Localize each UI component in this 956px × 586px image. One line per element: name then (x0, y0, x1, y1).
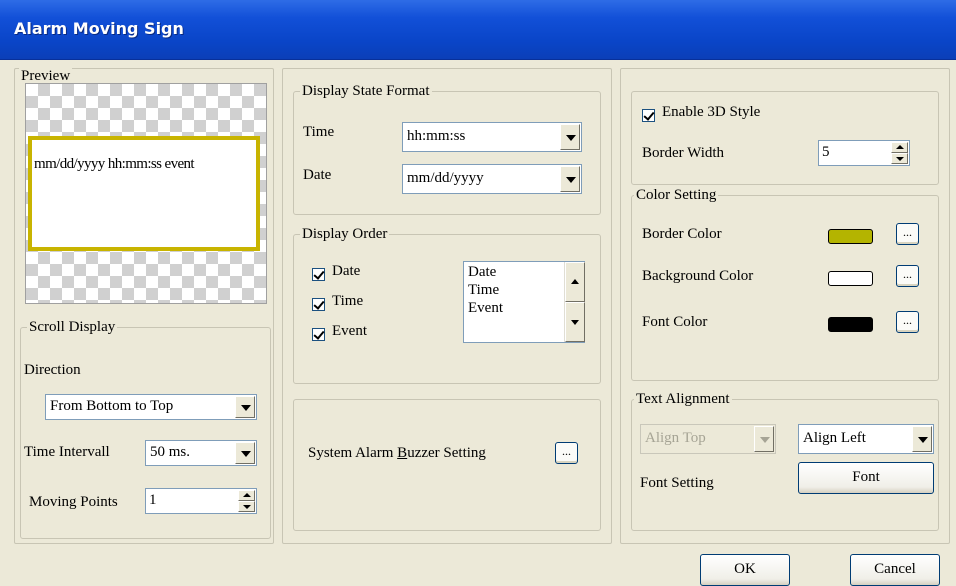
middle-panel: Display State Format Time hh:mm:ss Date … (282, 68, 612, 544)
preview-sign: mm/dd/yyyy hh:mm:ss event (28, 136, 260, 251)
display-order-legend: Display Order (300, 225, 390, 243)
date-checkbox[interactable] (312, 268, 325, 281)
scroll-display-group: Scroll Display Direction From Bottom to … (20, 318, 271, 539)
moving-points-value: 1 (149, 492, 157, 508)
horizontal-align-value: Align Left (803, 430, 866, 446)
spin-up-icon[interactable] (891, 142, 908, 153)
interval-value: 50 ms. (150, 444, 191, 460)
chevron-down-icon[interactable] (754, 426, 774, 452)
scroll-display-legend: Scroll Display (27, 318, 118, 336)
background-color-label: Background Color (642, 268, 754, 284)
right-panel: Enable 3D Style Border Width 5 Color Set… (620, 68, 950, 544)
time-checkbox[interactable] (312, 298, 325, 311)
time-format-combo[interactable]: hh:mm:ss (402, 122, 582, 152)
chevron-down-icon[interactable] (235, 396, 255, 418)
enable-3d-checkbox[interactable] (642, 109, 655, 122)
date-format-label: Date (303, 167, 332, 183)
window-title: Alarm Moving Sign (14, 19, 184, 38)
border-width-value: 5 (822, 144, 830, 160)
buzzer-setting-button[interactable]: ... (555, 442, 578, 464)
text-alignment-group: Text Alignment Align Top Align Left Font… (631, 390, 939, 531)
preview-area: mm/dd/yyyy hh:mm:ss event (25, 83, 267, 304)
chevron-down-icon[interactable] (912, 426, 932, 452)
display-order-list[interactable]: Date Time Event (463, 261, 585, 343)
date-check-label: Date (332, 263, 361, 279)
border-color-label: Border Color (642, 226, 722, 242)
left-panel: Preview mm/dd/yyyy hh:mm:ss event Scroll… (14, 67, 274, 544)
display-state-format-group: Display State Format Time hh:mm:ss Date … (293, 82, 601, 215)
spin-down-icon[interactable] (891, 153, 908, 164)
chevron-down-icon[interactable] (235, 442, 255, 464)
interval-combo[interactable]: 50 ms. (145, 440, 257, 466)
font-color-label: Font Color (642, 314, 708, 330)
list-item[interactable]: Time (468, 282, 499, 299)
move-up-icon[interactable] (565, 262, 585, 302)
background-color-swatch[interactable] (828, 271, 873, 286)
vertical-align-value: Align Top (645, 430, 706, 446)
cancel-button[interactable]: Cancel (850, 554, 940, 586)
buzzer-label-pre: System Alarm (308, 445, 398, 461)
border-width-label: Border Width (642, 145, 725, 161)
border-color-swatch[interactable] (828, 229, 873, 244)
moving-points-label: Moving Points (29, 494, 118, 510)
font-color-swatch[interactable] (828, 317, 873, 332)
date-format-combo[interactable]: mm/dd/yyyy (402, 164, 582, 194)
date-format-value: mm/dd/yyyy (407, 170, 484, 186)
time-check-label: Time (332, 293, 364, 309)
buzzer-group: System Alarm Buzzer Setting ... (293, 399, 601, 531)
preview-text: mm/dd/yyyy hh:mm:ss event (34, 156, 195, 172)
color-setting-legend: Color Setting (634, 186, 719, 204)
interval-label: Time Intervall (24, 444, 110, 460)
color-setting-group: Color Setting Border Color ... Backgroun… (631, 186, 939, 381)
vertical-align-combo[interactable]: Align Top (640, 424, 776, 454)
spin-buttons[interactable] (891, 142, 908, 164)
list-item[interactable]: Event (468, 300, 503, 317)
time-format-value: hh:mm:ss (407, 128, 466, 144)
enable-3d-label: Enable 3D Style (662, 104, 761, 120)
move-down-icon[interactable] (565, 302, 585, 342)
font-setting-label: Font Setting (640, 475, 714, 491)
ok-button[interactable]: OK (700, 554, 790, 586)
display-order-group: Display Order Date Time Event Date Time … (293, 225, 601, 384)
list-item[interactable]: Date (468, 264, 496, 281)
title-bar[interactable]: Alarm Moving Sign (0, 0, 956, 60)
buzzer-label-post: uzzer Setting (407, 445, 486, 461)
spin-buttons[interactable] (238, 490, 255, 512)
style-group: Enable 3D Style Border Width 5 (631, 91, 939, 185)
border-width-spinner[interactable]: 5 (818, 140, 910, 166)
spin-down-icon[interactable] (238, 501, 255, 512)
event-check-label: Event (332, 323, 367, 339)
buzzer-label-accel: B (397, 445, 408, 461)
horizontal-align-combo[interactable]: Align Left (798, 424, 934, 454)
font-color-button[interactable]: ... (896, 311, 919, 333)
buzzer-label: System Alarm Buzzer Setting (308, 445, 486, 462)
chevron-down-icon[interactable] (560, 166, 580, 192)
moving-points-spinner[interactable]: 1 (145, 488, 257, 514)
event-checkbox[interactable] (312, 328, 325, 341)
chevron-down-icon[interactable] (560, 124, 580, 150)
time-format-label: Time (303, 124, 335, 140)
order-scrollbar[interactable] (564, 262, 585, 342)
direction-label: Direction (24, 362, 81, 378)
background-color-button[interactable]: ... (896, 265, 919, 287)
font-button[interactable]: Font (798, 462, 934, 494)
dialog-client: Preview mm/dd/yyyy hh:mm:ss event Scroll… (8, 60, 956, 586)
direction-value: From Bottom to Top (50, 398, 174, 414)
spin-up-icon[interactable] (238, 490, 255, 501)
direction-combo[interactable]: From Bottom to Top (45, 394, 257, 420)
border-color-button[interactable]: ... (896, 223, 919, 245)
text-alignment-legend: Text Alignment (634, 390, 732, 408)
display-state-format-legend: Display State Format (300, 82, 432, 100)
